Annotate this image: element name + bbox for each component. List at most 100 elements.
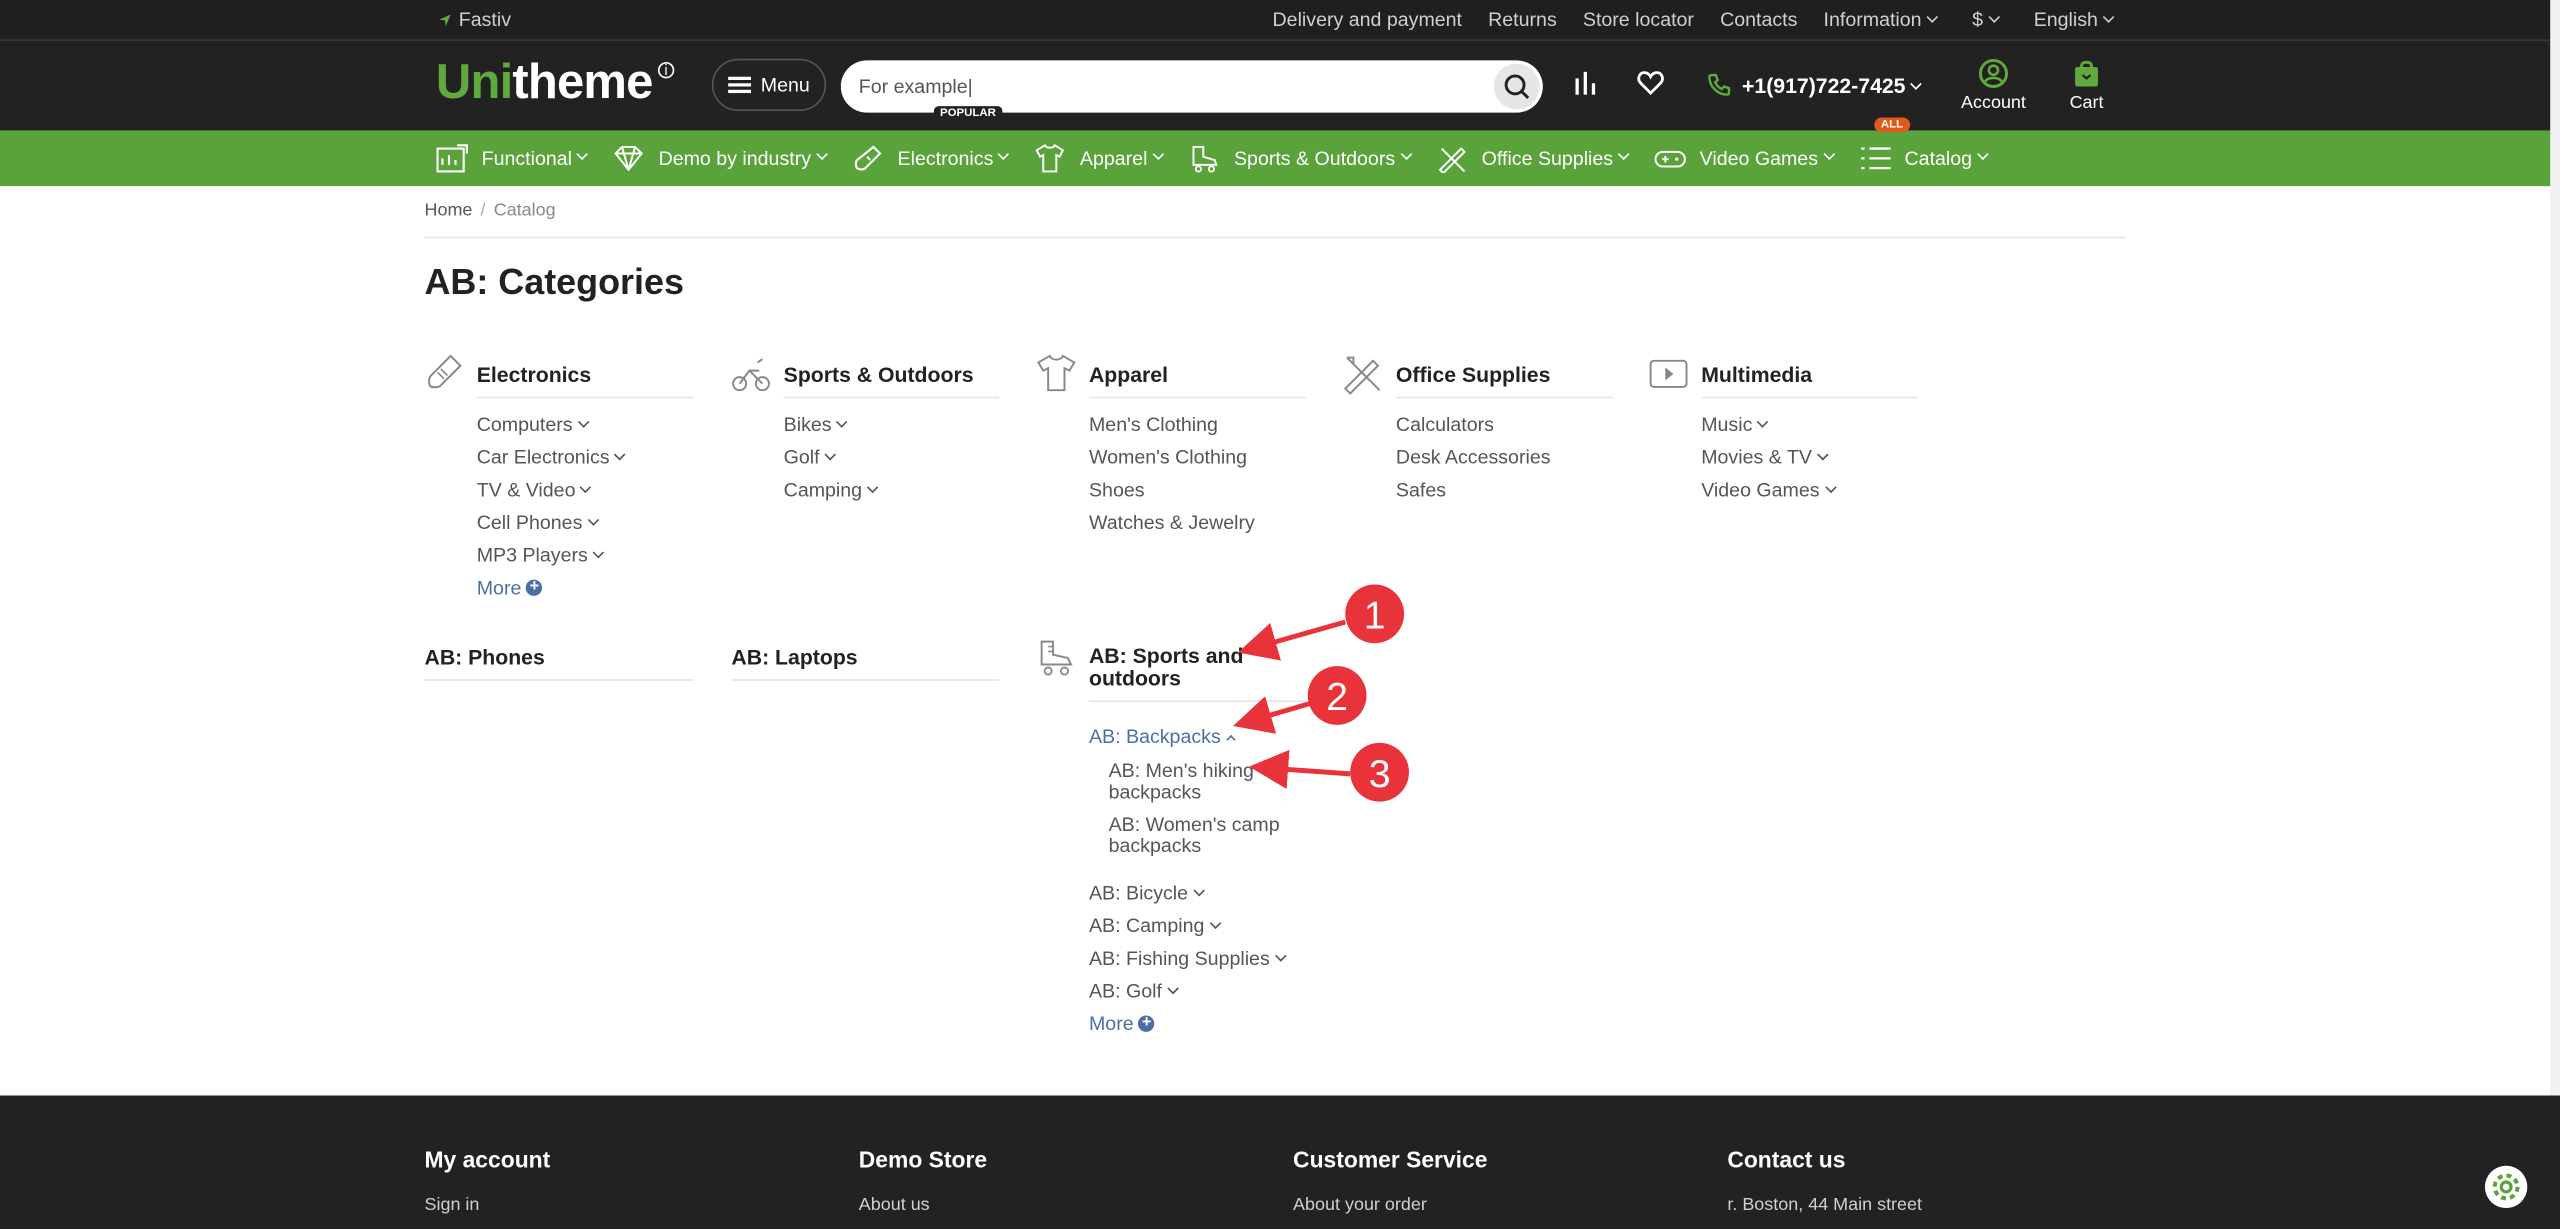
subcategory-tv-video[interactable]: TV & Video: [477, 477, 694, 510]
subcategory-calculators[interactable]: Calculators: [1396, 411, 1613, 444]
breadcrumb-home[interactable]: Home: [424, 201, 472, 221]
subcategory-mp3-players[interactable]: MP3 Players: [477, 542, 694, 575]
phone-dropdown[interactable]: +1(917)722-7425: [1706, 72, 1920, 98]
hamburger-icon: [728, 76, 751, 94]
search-input[interactable]: [840, 60, 1478, 113]
location-selector[interactable]: Fastiv: [438, 8, 511, 31]
language-dropdown[interactable]: English: [2034, 8, 2113, 31]
phone-number: +1(917)722-7425: [1742, 73, 1920, 97]
breadcrumb: Home / Catalog: [424, 201, 555, 221]
header: Unithemei Menu +1(917)722-7425 Account C…: [0, 40, 2560, 131]
subcategory-camping[interactable]: Camping: [784, 477, 1000, 510]
category-electronics: Electronics Computers Car Electronics TV…: [428, 354, 694, 607]
nav-label: Catalog: [1904, 146, 1973, 170]
subcategory-label-line2: backpacks: [1108, 834, 1202, 858]
more-link[interactable]: More +: [477, 575, 694, 601]
search-icon: [1504, 74, 1530, 99]
link-store-locator[interactable]: Store locator: [1583, 8, 1694, 31]
category-title[interactable]: Multimedia: [1701, 362, 1919, 399]
top-links: Delivery and payment Returns Store locat…: [1273, 8, 2113, 31]
category-title[interactable]: Sports & Outdoors: [783, 362, 1000, 399]
cart-button[interactable]: Cart: [2060, 57, 2112, 113]
nav-item-functional[interactable]: Functional: [436, 144, 587, 173]
subcategory-label-line1: AB: Women's camp: [1108, 813, 1280, 836]
category-title[interactable]: Apparel: [1088, 362, 1307, 399]
subcategory-womens-clothing[interactable]: Women's Clothing: [1089, 444, 1306, 477]
subcategory-ab-fishing-supplies[interactable]: AB: Fishing Supplies: [1089, 945, 1306, 978]
nav-item-electronics[interactable]: POPULAR Electronics: [852, 106, 1008, 173]
subcategory-ab-mens-hiking-backpacks[interactable]: AB: Men's hiking backpacks: [1108, 759, 1307, 803]
category-title[interactable]: AB: Laptops: [731, 645, 1000, 681]
gear-icon: [2492, 1173, 2520, 1201]
logo[interactable]: Unitheme i: [436, 56, 674, 112]
subcategory-mens-clothing[interactable]: Men's Clothing: [1089, 411, 1306, 444]
subcategory-ab-backpacks[interactable]: AB: Backpacks: [1089, 723, 1306, 756]
nav-item-office-supplies[interactable]: Office Supplies: [1436, 144, 1628, 174]
footer-address: r. Boston, 44 Main street: [1727, 1195, 1923, 1215]
subcategory-watches-jewelry[interactable]: Watches & Jewelry: [1089, 509, 1306, 542]
subcategory-ab-bicycle[interactable]: AB: Bicycle: [1089, 880, 1306, 913]
category-title[interactable]: Electronics: [476, 362, 694, 399]
settings-button[interactable]: [2484, 1165, 2528, 1209]
nav-item-sports-outdoors[interactable]: Sports & Outdoors: [1188, 144, 1410, 173]
logo-part-green: Uni: [435, 55, 513, 110]
subcategory-car-electronics[interactable]: Car Electronics: [477, 444, 694, 477]
link-delivery[interactable]: Delivery and payment: [1273, 8, 1462, 31]
subcategory-computers[interactable]: Computers: [477, 411, 694, 444]
footer-link-sign-in[interactable]: Sign in: [424, 1195, 550, 1215]
account-button[interactable]: Account: [1956, 57, 2031, 113]
subcategory-bikes[interactable]: Bikes: [784, 411, 1000, 444]
more-label: More: [1088, 1012, 1134, 1036]
info-icon: i: [657, 62, 674, 79]
information-dropdown[interactable]: Information: [1824, 8, 1937, 31]
nav-item-demo-by-industry[interactable]: Demo by industry: [613, 144, 826, 173]
wishlist-heart-icon[interactable]: [1636, 69, 1665, 98]
category-title-line2: outdoors: [1088, 666, 1181, 691]
subcategory-music[interactable]: Music: [1701, 411, 1918, 444]
gamepad-icon: [1654, 150, 1686, 168]
subcategory-video-games[interactable]: Video Games: [1701, 477, 1918, 510]
subcategory-desk-accessories[interactable]: Desk Accessories: [1396, 444, 1613, 477]
link-contacts[interactable]: Contacts: [1720, 8, 1797, 31]
list-icon: [1860, 147, 1890, 170]
chevron-up-icon: [1225, 734, 1236, 745]
location-label: Fastiv: [458, 8, 512, 32]
compare-icon[interactable]: [1571, 69, 1600, 98]
electronics-icon: [428, 354, 462, 389]
rollerskate-icon: [1192, 145, 1218, 173]
menu-button[interactable]: Menu: [711, 58, 827, 112]
more-link[interactable]: More +: [1089, 1011, 1306, 1037]
nav-item-video-games[interactable]: Video Games: [1654, 144, 1833, 173]
search-button[interactable]: [1493, 63, 1540, 110]
subcategory-ab-golf[interactable]: AB: Golf: [1089, 978, 1306, 1011]
category-apparel: Apparel Men's Clothing Women's Clothing …: [1037, 354, 1307, 542]
subcategory-safes[interactable]: Safes: [1396, 477, 1613, 510]
account-icon: [1978, 58, 2008, 88]
subcategory-ab-camping[interactable]: AB: Camping: [1089, 913, 1306, 946]
currency-dropdown[interactable]: $: [1972, 8, 1998, 31]
footer-link-about-us[interactable]: About us: [859, 1195, 987, 1215]
footer-link-about-order[interactable]: About your order: [1293, 1195, 1487, 1215]
category-title[interactable]: Office Supplies: [1395, 362, 1614, 399]
category-sports-outdoors: Sports & Outdoors Bikes Golf Camping: [732, 358, 1000, 510]
subcategory-shoes[interactable]: Shoes: [1089, 477, 1306, 510]
subcategory-movies-tv[interactable]: Movies & TV: [1701, 444, 1918, 477]
scrollbar[interactable]: [2550, 0, 2560, 1096]
annotation-number: 1: [1364, 595, 1386, 638]
logo-part-white: theme: [512, 55, 653, 110]
nav-item-catalog[interactable]: Catalog: [1859, 144, 1987, 173]
subcategory-cell-phones[interactable]: Cell Phones: [477, 509, 694, 542]
category-title[interactable]: AB: Sports and outdoors: [1088, 644, 1307, 703]
link-returns[interactable]: Returns: [1488, 8, 1557, 31]
nav-item-apparel[interactable]: Apparel: [1034, 143, 1162, 173]
footer-title: Contact us: [1727, 1146, 1846, 1173]
phone-icon: [1708, 73, 1731, 96]
menu-label: Menu: [760, 73, 810, 97]
subcategory-golf[interactable]: Golf: [784, 444, 1000, 477]
subcategory-ab-womens-camp-backpacks[interactable]: AB: Women's camp backpacks: [1108, 813, 1307, 858]
breadcrumb-separator: /: [480, 200, 486, 221]
plus-circle-icon: +: [526, 579, 543, 596]
subcategory-label-line1: AB: Men's hiking: [1108, 759, 1254, 783]
popular-badge: POPULAR: [933, 106, 1003, 121]
category-title[interactable]: AB: Phones: [424, 645, 694, 681]
